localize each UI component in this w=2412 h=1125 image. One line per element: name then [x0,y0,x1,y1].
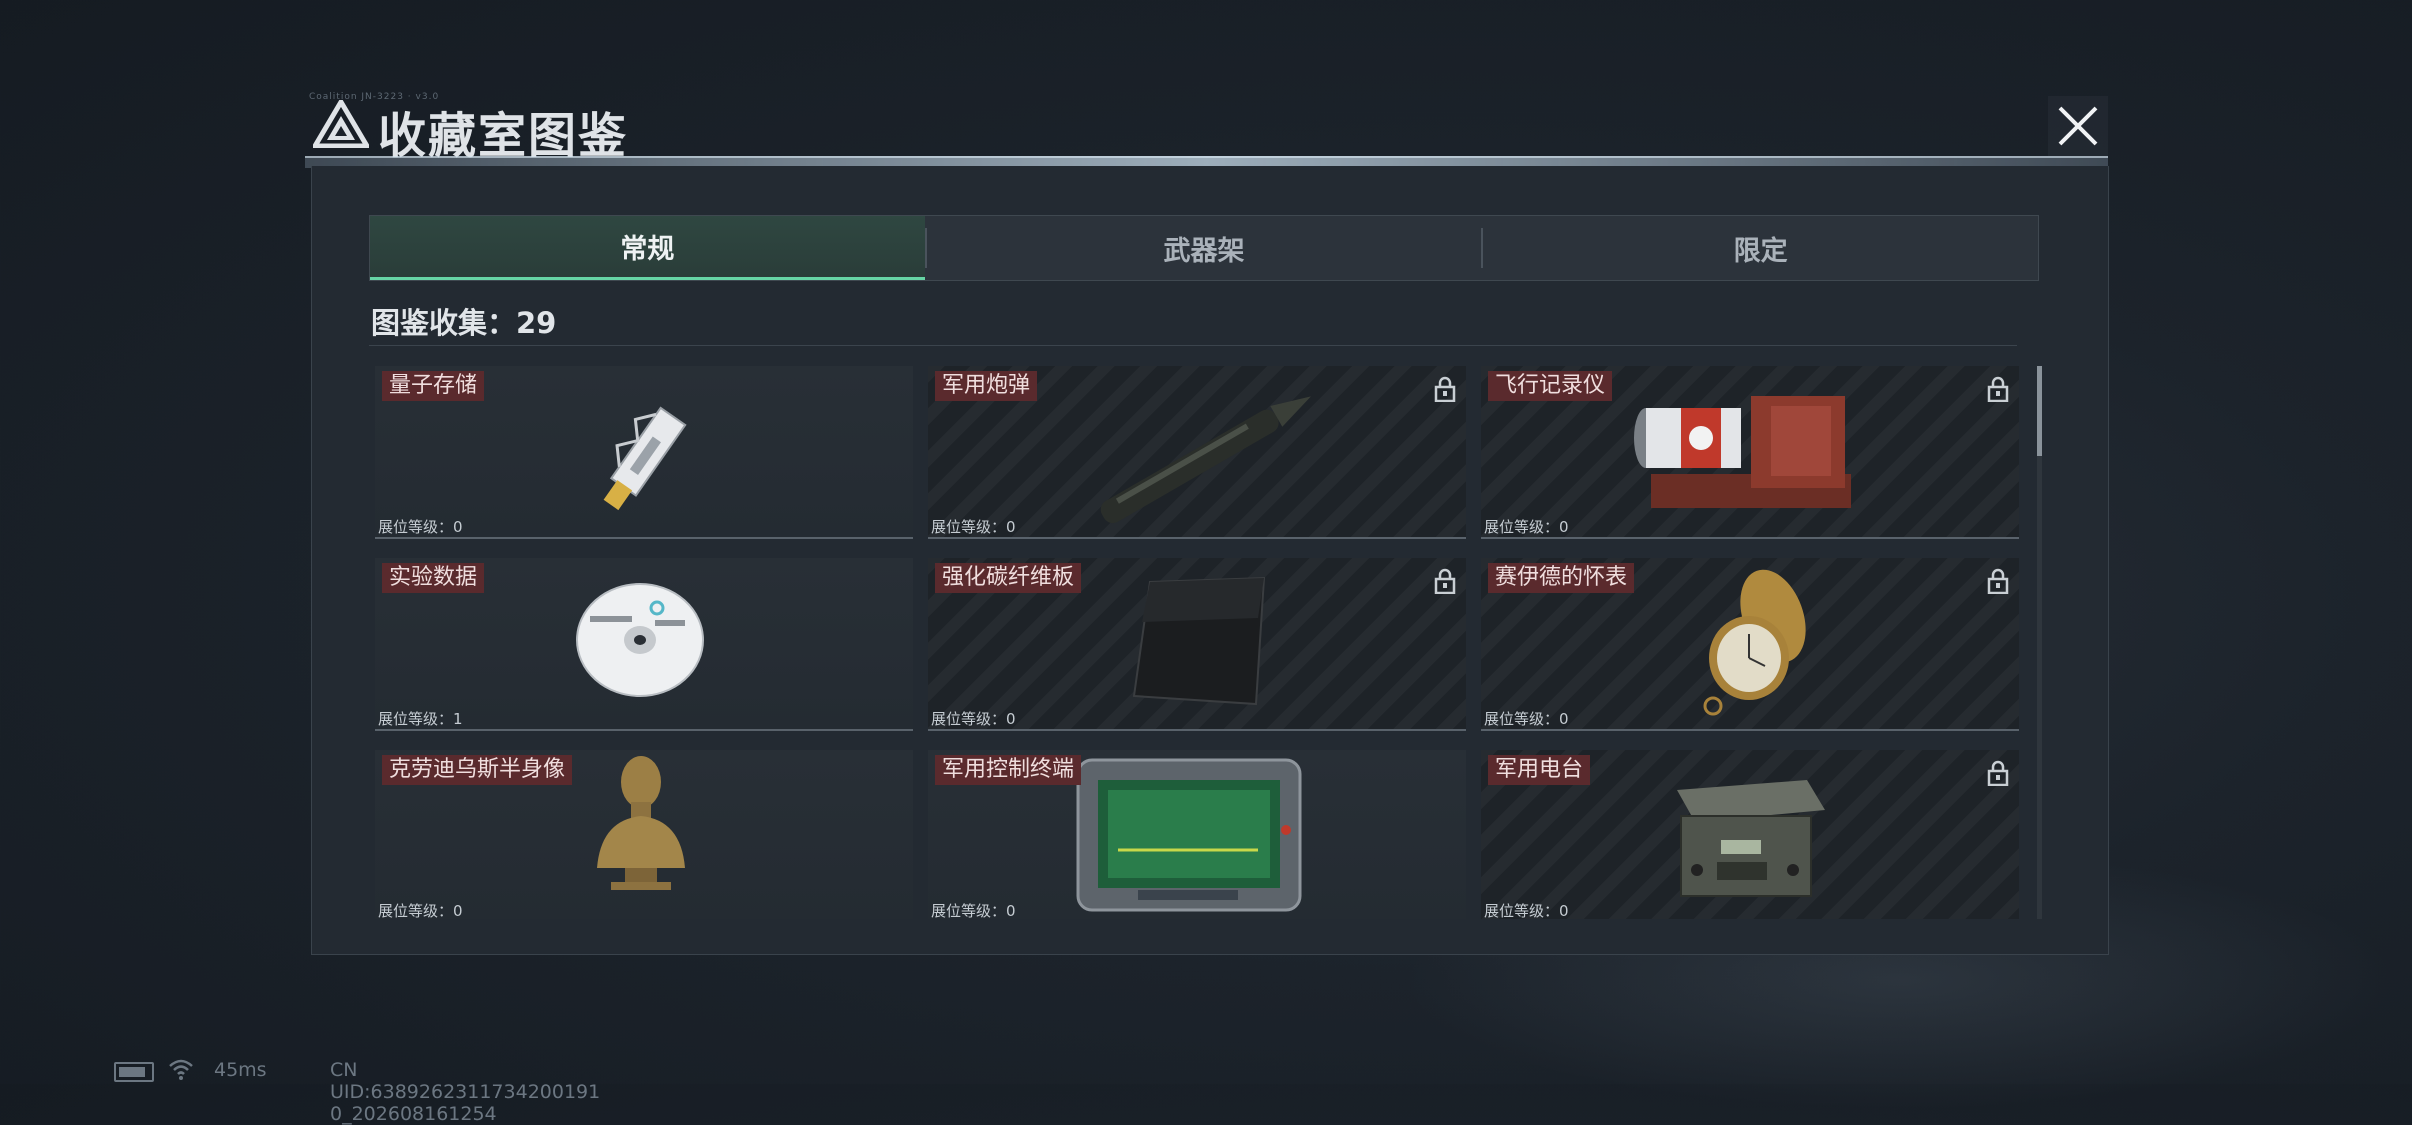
tab-label: 武器架 [1163,235,1245,267]
item-name: 量子存储 [382,371,485,401]
item-level: 展位等级：0 [931,902,1016,919]
item-level: 展位等级：0 [1484,518,1569,536]
collection-card[interactable]: 军用炮弹 展位等级：0 [928,366,1466,539]
item-level: 展位等级：0 [378,902,463,919]
lock-icon [1987,376,2009,402]
collection-card[interactable]: 克劳迪乌斯半身像 展位等级：0 [375,750,913,919]
lock-icon [1987,568,2009,594]
item-name: 克劳迪乌斯半身像 [382,755,573,785]
item-grid: 量子存储 展位等级：0 军用炮弹 展位等级：0 飞行记录仪 展位等级：0 实验数… [375,366,2035,919]
tab-bar: 常规 武器架 限定 [369,215,2039,281]
scrollbar[interactable] [2037,366,2042,919]
collection-card[interactable]: 强化碳纤维板 展位等级：0 [928,558,1466,731]
battery-icon [114,1062,154,1082]
window-title-bar: Coalition JN-3223 · v3.0 收藏室图鉴 [305,92,2115,164]
lock-icon [1987,760,2009,786]
item-name: 强化碳纤维板 [935,563,1082,593]
uid-text: CN UID:6389262311734200191 0_20260816125… [330,1059,601,1125]
tab-label: 常规 [620,234,675,265]
wifi-icon [169,1059,193,1080]
item-level: 展位等级：0 [1484,902,1569,919]
tab-label: 限定 [1733,235,1788,267]
item-name: 军用电台 [1488,755,1591,785]
collection-card[interactable]: 赛伊德的怀表 展位等级：0 [1481,558,2019,731]
lock-icon [1434,376,1456,402]
close-icon [2048,96,2108,156]
item-name: 军用炮弹 [935,371,1038,401]
collection-card[interactable]: 飞行记录仪 展位等级：0 [1481,366,2019,539]
logo-triangle-icon [313,100,369,148]
collection-card[interactable]: 军用控制终端 展位等级：0 [928,750,1466,919]
item-name: 军用控制终端 [935,755,1082,785]
collection-card[interactable]: 实验数据 展位等级：1 [375,558,913,731]
item-name: 实验数据 [382,563,485,593]
scrollbar-thumb[interactable] [2037,366,2042,456]
item-level: 展位等级：0 [378,518,463,536]
collection-count: 图鉴收集：29 [371,306,557,340]
tab-weapon-rack[interactable]: 武器架 [927,216,1482,280]
collection-card[interactable]: 军用电台 展位等级：0 [1481,750,2019,919]
item-level: 展位等级：0 [1484,710,1569,728]
item-level: 展位等级：0 [931,518,1016,536]
collection-card[interactable]: 量子存储 展位等级：0 [375,366,913,539]
item-name: 飞行记录仪 [1488,371,1613,401]
divider [369,345,2017,346]
ping-text: 45ms [214,1059,267,1081]
tab-regular[interactable]: 常规 [370,216,925,280]
close-button[interactable] [2048,96,2108,156]
lock-icon [1434,568,1456,594]
item-grid-viewport: 量子存储 展位等级：0 军用炮弹 展位等级：0 飞行记录仪 展位等级：0 实验数… [375,366,2035,919]
collection-panel: 常规 武器架 限定 图鉴收集：29 量子存储 展位等级：0 军用炮弹 展位等级：… [311,166,2109,955]
item-name: 赛伊德的怀表 [1488,563,1635,593]
tab-limited[interactable]: 限定 [1483,216,2038,280]
item-level: 展位等级：0 [931,710,1016,728]
item-level: 展位等级：1 [378,710,463,728]
